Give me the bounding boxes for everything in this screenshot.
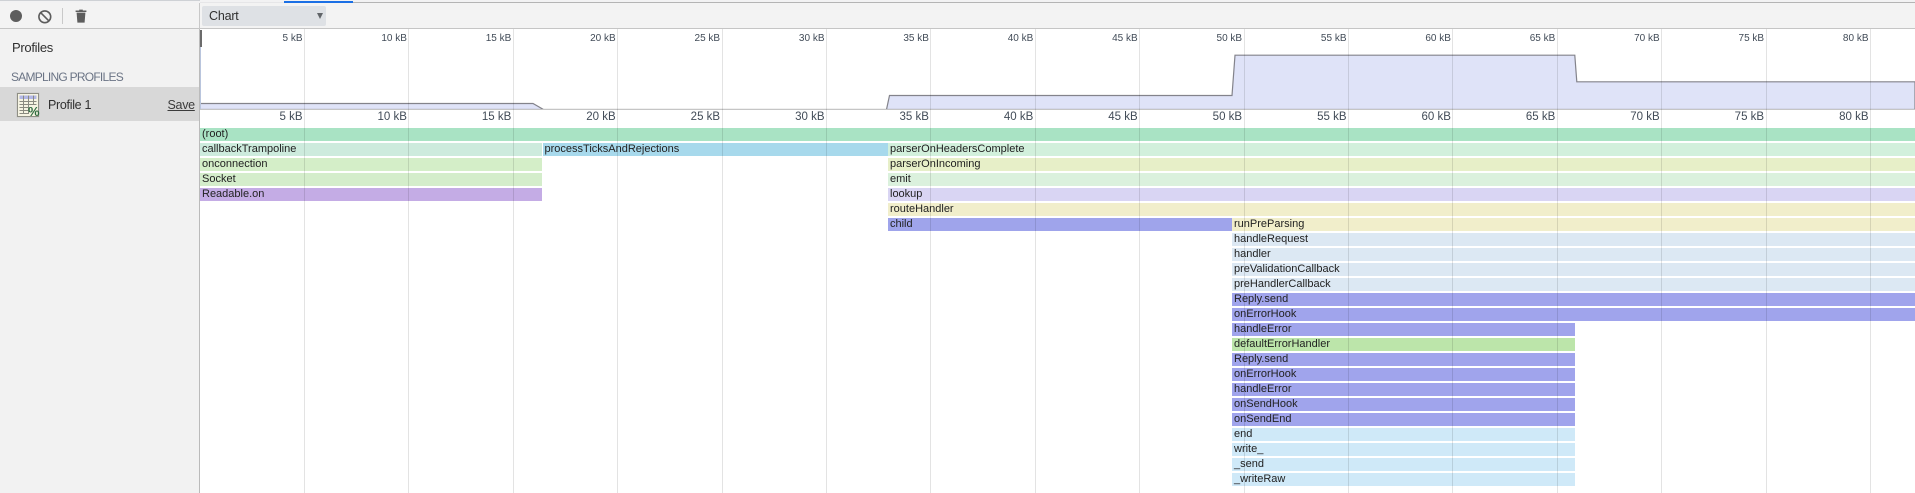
svg-text:%: % <box>28 104 40 118</box>
